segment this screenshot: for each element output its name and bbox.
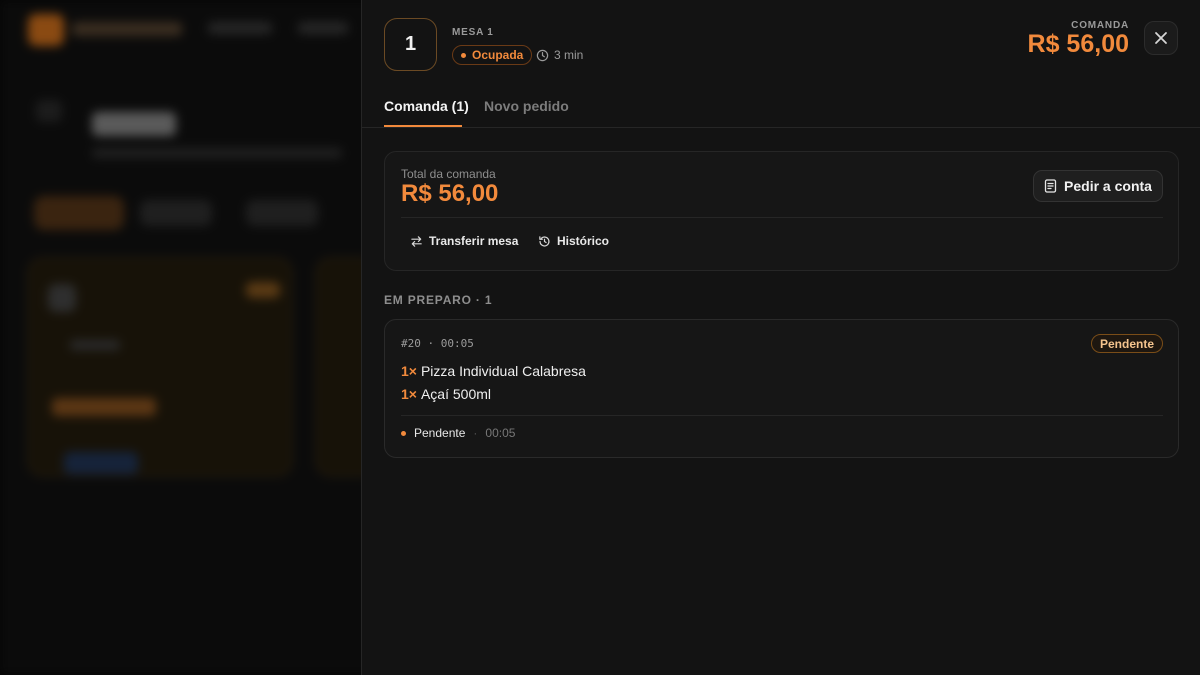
order-divider (401, 415, 1163, 416)
order-card: #20 · 00:05 Pendente 1× Pizza Individual … (384, 319, 1179, 458)
elapsed-time-text: 3 min (554, 48, 584, 62)
order-item-name: Açaí 500ml (420, 386, 492, 402)
background-card-text (70, 340, 120, 350)
comanda-summary-card: Total da comanda R$ 56,00 Pedir a conta … (384, 151, 1179, 271)
background-card-icon (48, 284, 76, 312)
clock-icon (536, 49, 549, 61)
status-badge: Ocupada (452, 45, 533, 65)
transfer-table-button[interactable]: Transferir mesa (410, 234, 518, 248)
background-card-button (64, 452, 138, 474)
background-page-title (92, 112, 176, 136)
request-bill-label: Pedir a conta (1064, 178, 1152, 194)
drawer-tabs: Comanda (1) Novo pedido (362, 89, 1200, 128)
background-back-button (36, 100, 62, 122)
background-logo (28, 14, 64, 46)
background-card-total (52, 398, 156, 416)
summary-divider (401, 217, 1163, 218)
order-footer-status: Pendente (414, 426, 466, 440)
order-footer-time: 00:05 (485, 426, 516, 440)
order-status-badge: Pendente (1090, 334, 1163, 353)
in-preparation-heading: EM PREPARO · 1 (384, 293, 493, 307)
order-meta: #20 · 00:05 (401, 337, 474, 350)
background-filter-tab (34, 196, 124, 230)
order-footer: Pendente · 00:05 (401, 426, 515, 440)
transfer-arrows-icon (411, 235, 422, 247)
status-text: Ocupada (472, 48, 524, 62)
background-nav-item (208, 22, 272, 34)
history-label: Histórico (557, 234, 610, 248)
history-button[interactable]: Histórico (538, 234, 609, 248)
active-tab-indicator (384, 125, 462, 127)
footer-separator: · (473, 426, 478, 440)
background-filter-tab (140, 200, 212, 226)
order-item-name: Pizza Individual Calabresa (420, 363, 586, 379)
order-status-dot-icon (401, 430, 406, 436)
history-icon (539, 235, 550, 247)
transfer-table-label: Transferir mesa (429, 234, 519, 248)
background-page-subtitle (92, 148, 342, 158)
background-card-badge (246, 282, 280, 298)
background-nav-item (298, 22, 348, 34)
close-button[interactable] (1144, 21, 1178, 55)
comanda-total: R$ 56,00 (1027, 30, 1129, 58)
order-item: 1× Açaí 500ml (401, 386, 491, 402)
background-filter-tab (246, 200, 318, 226)
table-label: MESA 1 (452, 27, 494, 38)
order-item-qty: 1× (401, 363, 417, 379)
table-number-box: 1 (384, 18, 437, 71)
close-icon (1155, 32, 1167, 44)
status-dot-icon (461, 52, 466, 58)
summary-label: Total da comanda (401, 167, 496, 181)
summary-total: R$ 56,00 (401, 180, 499, 207)
elapsed-time: 3 min (536, 47, 583, 63)
table-drawer: 1 MESA 1 Ocupada 3 min COMANDA R$ 56,00 … (361, 0, 1200, 675)
background-brand (72, 22, 182, 36)
tab-comanda[interactable]: Comanda (1) (384, 98, 469, 114)
receipt-icon (1044, 179, 1057, 193)
order-item-qty: 1× (401, 386, 417, 402)
tab-novo-pedido[interactable]: Novo pedido (484, 98, 569, 114)
order-item: 1× Pizza Individual Calabresa (401, 363, 586, 379)
request-bill-button[interactable]: Pedir a conta (1033, 170, 1163, 202)
